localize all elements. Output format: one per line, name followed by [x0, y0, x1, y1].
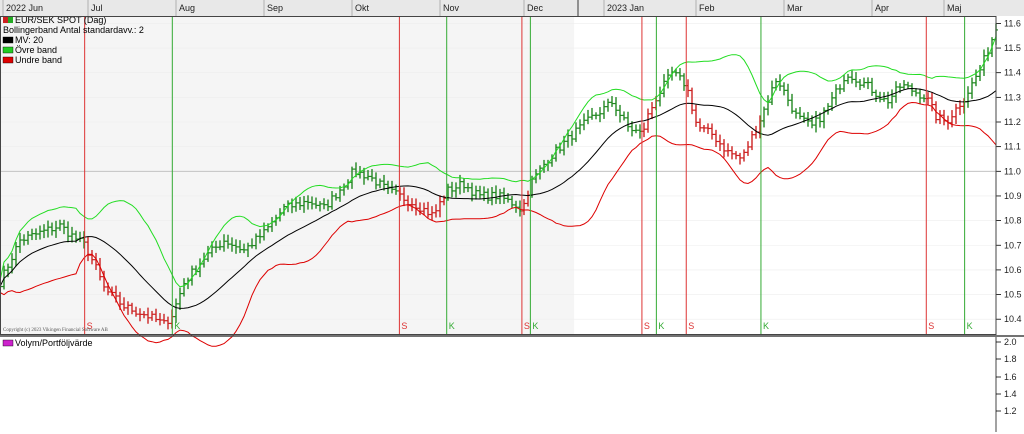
month-label: Sep	[267, 3, 283, 13]
buy-signal-label: K	[449, 321, 455, 331]
month-label: Aug	[179, 3, 195, 13]
chart-stage: 2022 Jun Jul Aug Sep Okt Nov Dec 2023 Jan Feb Mar…	[0, 0, 1024, 434]
legend-swatch-down	[3, 17, 8, 23]
month-label: Jul	[91, 3, 103, 13]
sell-signal-label: S	[688, 321, 694, 331]
plot-bg	[574, 16, 996, 334]
month-label: 2023 Jan	[607, 3, 644, 13]
price-chart: 2022 Jun Jul Aug Sep Okt Nov Dec 2023 Jan Feb Mar…	[0, 0, 1024, 434]
month-label: Okt	[355, 3, 370, 13]
volume-legend-label: Volym/Portföljvärde	[15, 338, 93, 348]
sell-signal-label: S	[644, 321, 650, 331]
y-tick-label: 10.6	[1004, 265, 1022, 275]
y-tick-label: 10.4	[1004, 314, 1022, 324]
sub-panel-bg	[0, 337, 996, 432]
legend-label: MV: 20	[15, 35, 43, 45]
copyright-text: Copyright (c) 2023 Vikingen Financial So…	[3, 328, 109, 333]
sub-y-tick-label: 1.6	[1004, 372, 1017, 382]
y-tick-label: 11.5	[1004, 43, 1021, 53]
volume-legend-swatch	[2, 339, 14, 347]
y-tick-label: 11.1	[1004, 142, 1021, 152]
y-tick-label: 10.8	[1004, 216, 1022, 226]
month-label: Mar	[787, 3, 803, 13]
month-header-bg	[0, 0, 1024, 16]
legend-label: Bollingerband Antal standardavv.: 2	[3, 25, 144, 35]
buy-signal-label: K	[174, 321, 180, 331]
month-label: 2022 Jun	[6, 3, 43, 13]
sell-signal-label: S	[928, 321, 934, 331]
sell-signal-label: S	[524, 321, 530, 331]
shaded-period	[0, 16, 575, 334]
buy-signal-label: K	[763, 321, 769, 331]
y-tick-label: 11.3	[1004, 92, 1021, 102]
y-tick-label: 11.6	[1004, 18, 1021, 28]
sub-y-tick-label: 1.4	[1004, 389, 1017, 399]
sub-y-tick-label: 1.8	[1004, 354, 1017, 364]
buy-signal-label: K	[658, 321, 664, 331]
legend-swatch	[2, 46, 14, 54]
month-label: Feb	[699, 3, 715, 13]
legend-label: Undre band	[15, 55, 62, 65]
legend-swatch-up	[8, 17, 13, 23]
legend-swatch	[2, 56, 14, 64]
sub-y-tick-label: 1.2	[1004, 406, 1017, 416]
month-label: Dec	[527, 3, 544, 13]
y-tick-label: 10.7	[1004, 240, 1022, 250]
month-label: Nov	[443, 3, 460, 13]
month-label: Apr	[875, 3, 889, 13]
buy-signal-label: K	[532, 321, 538, 331]
y-tick-label: 11.4	[1004, 68, 1021, 78]
legend-label: Övre band	[15, 45, 57, 55]
y-tick-label: 10.5	[1004, 290, 1022, 300]
buy-signal-label: K	[967, 321, 973, 331]
y-tick-label: 11.2	[1004, 117, 1021, 127]
month-label: Maj	[947, 3, 962, 13]
y-tick-label: 11.0	[1004, 166, 1021, 176]
sub-y-tick-label: 2.0	[1004, 337, 1017, 347]
legend-swatch	[2, 36, 14, 44]
sell-signal-label: S	[401, 321, 407, 331]
y-tick-label: 10.9	[1004, 191, 1022, 201]
